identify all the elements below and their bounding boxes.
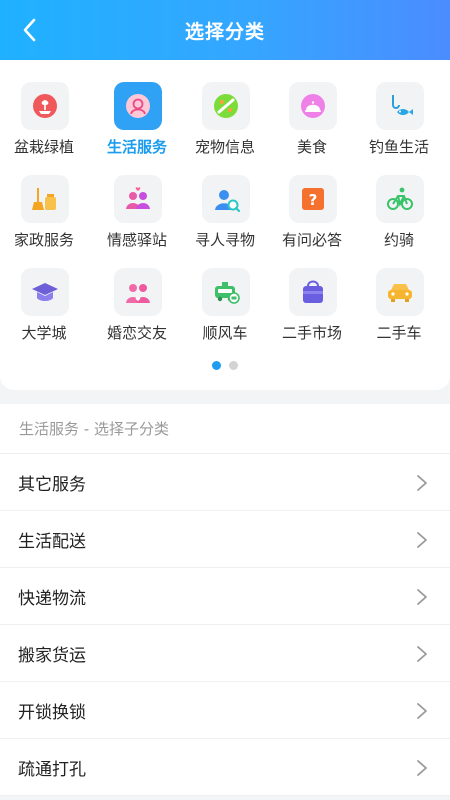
category-label: 盆栽绿植 — [13, 138, 74, 156]
chevron-right-icon — [417, 760, 427, 776]
category-dating[interactable]: 婚恋交友 — [93, 268, 181, 360]
svg-text:?: ? — [309, 191, 318, 209]
chevron-right-icon — [417, 703, 427, 719]
emotion-icon — [114, 175, 162, 223]
category-label: 大学城 — [21, 324, 67, 342]
category-food[interactable]: 美食 — [268, 82, 356, 174]
subcategory-item-moving-freight[interactable]: 搬家货运 — [0, 625, 450, 682]
category-label: 寻人寻物 — [194, 231, 255, 249]
category-label: 宠物信息 — [194, 138, 255, 156]
potted-plant-icon — [21, 82, 69, 130]
category-label: 约骑 — [383, 231, 414, 249]
page-dot[interactable] — [229, 361, 238, 370]
category-label: 顺风车 — [202, 324, 248, 342]
category-search-person[interactable]: 寻人寻物 — [181, 175, 269, 267]
pet-icon — [202, 82, 250, 130]
search-person-icon — [202, 175, 250, 223]
category-label: 生活服务 — [106, 138, 167, 156]
subcategory-item-express-logistics[interactable]: 快递物流 — [0, 568, 450, 625]
category-label: 二手车 — [376, 324, 422, 342]
category-life-service[interactable]: 生活服务 — [93, 82, 181, 174]
subcategory-label: 搬家货运 — [18, 645, 86, 666]
car-icon — [376, 268, 424, 316]
subcategory-item-life-delivery[interactable]: 生活配送 — [0, 511, 450, 568]
top-bar: 选择分类 — [0, 0, 450, 60]
page-title: 选择分类 — [184, 20, 265, 43]
subcategory-label: 开锁换锁 — [18, 702, 86, 723]
subcategory-list: 其它服务 生活配送 快递物流 搬家货运 开锁换锁 疏通打孔 — [0, 454, 450, 796]
life-service-icon — [114, 82, 162, 130]
taxi-icon — [202, 268, 250, 316]
page-indicator — [0, 361, 450, 373]
category-label: 有问必答 — [281, 231, 342, 249]
chevron-left-icon — [23, 18, 36, 42]
subcategory-item-locksmith[interactable]: 开锁换锁 — [0, 682, 450, 739]
graduation-cap-icon — [21, 268, 69, 316]
back-button[interactable] — [14, 15, 44, 45]
category-question[interactable]: ? 有问必答 — [268, 175, 356, 267]
subcategory-label: 疏通打孔 — [18, 759, 86, 780]
chevron-right-icon — [417, 589, 427, 605]
category-university[interactable]: 大学城 — [0, 268, 88, 360]
housekeeping-icon — [21, 175, 69, 223]
category-housekeeping[interactable]: 家政服务 — [0, 175, 88, 267]
subcategory-label: 快递物流 — [18, 588, 86, 609]
category-ride-share[interactable]: 顺风车 — [181, 268, 269, 360]
subcategory-label: 其它服务 — [18, 474, 86, 495]
category-potted-plant[interactable]: 盆栽绿植 — [0, 82, 88, 174]
subcategory-label: 生活配送 — [18, 531, 86, 552]
category-label: 钓鱼生活 — [368, 138, 429, 156]
subcategory-item-drain-drilling[interactable]: 疏通打孔 — [0, 739, 450, 796]
food-dish-icon — [289, 82, 337, 130]
page-dot-active[interactable] — [212, 361, 221, 370]
chevron-right-icon — [417, 646, 427, 662]
category-grid-panel: 盆栽绿植 生活服务 宠物信息 美食 钓鱼生活 家政服务 情感驿站 寻人寻物 ? … — [0, 60, 450, 390]
category-second-hand-market[interactable]: 二手市场 — [268, 268, 356, 360]
category-label: 情感驿站 — [106, 231, 167, 249]
chevron-right-icon — [417, 532, 427, 548]
shopping-bag-icon — [289, 268, 337, 316]
category-emotion[interactable]: 情感驿站 — [93, 175, 181, 267]
category-label: 二手市场 — [281, 324, 342, 342]
question-icon: ? — [289, 175, 337, 223]
category-label: 美食 — [296, 138, 327, 156]
category-used-car[interactable]: 二手车 — [355, 268, 443, 360]
category-label: 婚恋交友 — [106, 324, 167, 342]
fishing-icon — [376, 82, 424, 130]
category-fishing[interactable]: 钓鱼生活 — [355, 82, 443, 174]
category-label: 家政服务 — [13, 231, 74, 249]
subcategory-heading: 生活服务 - 选择子分类 — [0, 404, 450, 454]
category-pet[interactable]: 宠物信息 — [181, 82, 269, 174]
chevron-right-icon — [417, 475, 427, 491]
bicycle-icon — [376, 175, 424, 223]
subcategory-item-other-services[interactable]: 其它服务 — [0, 454, 450, 511]
couple-icon — [114, 268, 162, 316]
category-bicycle[interactable]: 约骑 — [355, 175, 443, 267]
